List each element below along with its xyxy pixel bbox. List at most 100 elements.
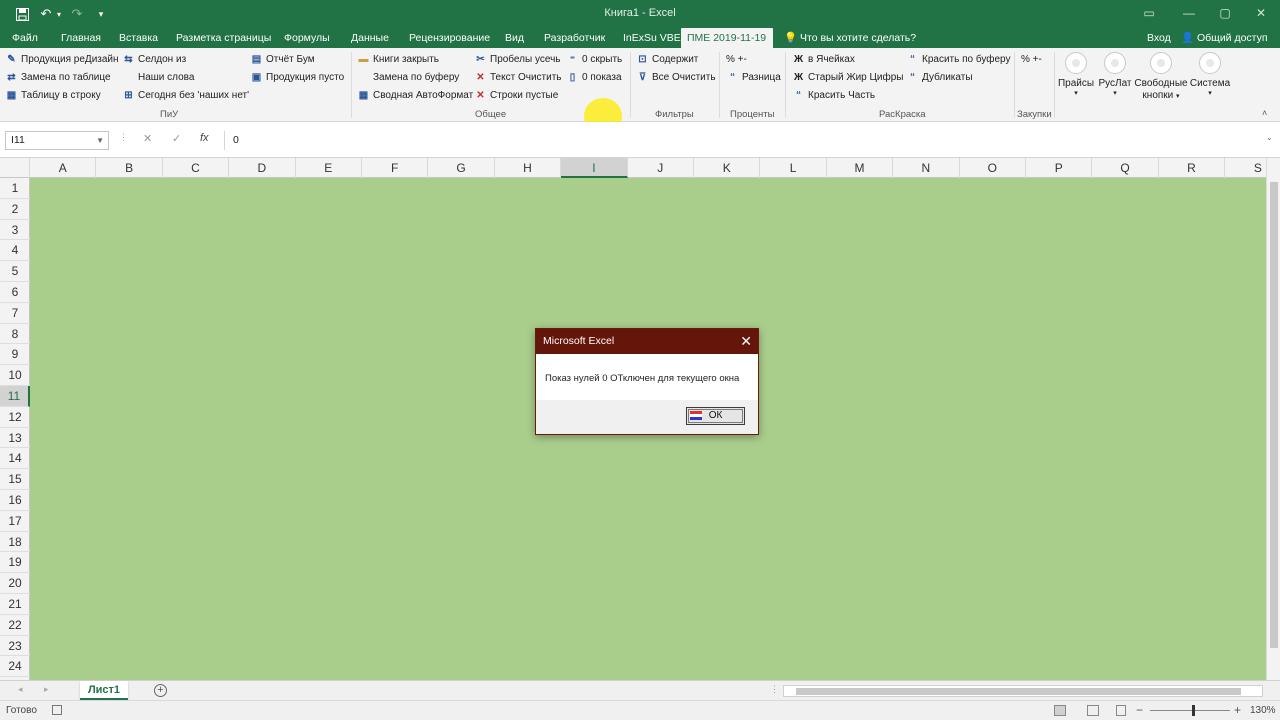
row-header-17[interactable]: 17 <box>0 511 30 532</box>
zoom-level[interactable]: 130% <box>1250 705 1276 716</box>
column-header-i[interactable]: I <box>561 158 628 178</box>
prod-empty-button[interactable]: ▣ Продукция пусто <box>250 69 344 85</box>
maximize-icon[interactable]: ▢ <box>1210 4 1240 22</box>
ok-button[interactable]: ОК <box>686 407 745 425</box>
vertical-scrollbar[interactable] <box>1266 158 1280 680</box>
add-sheet-icon[interactable]: + <box>154 684 167 697</box>
replace-table-button[interactable]: ⇄ Замена по таблице <box>5 69 110 85</box>
column-header-n[interactable]: N <box>893 158 960 178</box>
column-header-e[interactable]: E <box>296 158 362 178</box>
empty-rows-button[interactable]: ✕ Строки пустые <box>474 87 558 103</box>
table-to-row-button[interactable]: ▦ Таблицу в строку <box>5 87 101 103</box>
percent-plusminus-button[interactable]: % +- <box>726 51 747 67</box>
zoom-in-icon[interactable]: + <box>1234 703 1241 717</box>
report-boom-button[interactable]: ▤ Отчёт Бум <box>250 51 315 67</box>
row-header-12[interactable]: 12 <box>0 407 30 428</box>
ribbon-display-options-icon[interactable]: ▭ <box>1134 4 1164 22</box>
collapse-ribbon-icon[interactable]: ˄ <box>1262 108 1267 118</box>
next-sheet-icon[interactable]: ▸ <box>44 684 49 695</box>
tab-home[interactable]: Главная <box>55 28 107 48</box>
row-header-8[interactable]: 8 <box>0 324 30 345</box>
horizontal-scroll-thumb[interactable] <box>796 688 1241 695</box>
minimize-icon[interactable]: — <box>1174 4 1204 22</box>
duplicates-button[interactable]: “ Дубликаты <box>906 69 973 85</box>
row-header-5[interactable]: 5 <box>0 261 30 282</box>
close-books-button[interactable]: ▬ Книги закрыть <box>357 51 440 67</box>
cancel-icon[interactable]: ✕ <box>143 132 152 145</box>
tab-split-handle-icon[interactable]: ⋮ <box>770 684 779 695</box>
close-window-icon[interactable]: ✕ <box>1246 4 1276 22</box>
tab-review[interactable]: Рецензирование <box>403 28 496 48</box>
chevron-down-icon[interactable]: ▼ <box>96 132 104 149</box>
replace-buffer-button[interactable]: Замена по буферу <box>357 69 459 85</box>
share-button[interactable]: 👤 Общий доступ <box>1181 28 1268 48</box>
horizontal-scrollbar[interactable] <box>783 685 1263 697</box>
zoom-out-icon[interactable]: − <box>1136 703 1143 717</box>
color-part-button[interactable]: “ Красить Часть <box>792 87 875 103</box>
pivot-autoformat-button[interactable]: ▦ Сводная АвтоФормат <box>357 87 473 103</box>
percent-plusminus-2-button[interactable]: % +- <box>1021 51 1042 67</box>
tab-file[interactable]: Файл <box>6 28 44 48</box>
column-header-d[interactable]: D <box>229 158 296 178</box>
prod-redesign-button[interactable]: ✎ Продукция реДизайн <box>5 51 118 67</box>
tab-pme[interactable]: ПМЕ 2019-11-19 <box>681 28 773 48</box>
page-layout-view-icon[interactable] <box>1087 705 1099 716</box>
row-header-2[interactable]: 2 <box>0 199 30 220</box>
zoom-slider-knob[interactable] <box>1192 705 1195 716</box>
our-words-button[interactable]: Наши слова <box>122 69 194 85</box>
row-header-20[interactable]: 20 <box>0 573 30 594</box>
column-header-j[interactable]: J <box>628 158 694 178</box>
row-header-3[interactable]: 3 <box>0 220 30 241</box>
system-button[interactable]: Система ▾ <box>1188 52 1232 97</box>
select-all-corner[interactable] <box>0 158 30 178</box>
trim-spaces-button[interactable]: ✂ Пробелы усечь <box>474 51 560 67</box>
row-header-18[interactable]: 18 <box>0 532 30 553</box>
row-header-6[interactable]: 6 <box>0 282 30 303</box>
tab-inexsu-vbe[interactable]: InExSu VBE <box>617 28 687 48</box>
column-header-r[interactable]: R <box>1159 158 1226 178</box>
prices-button[interactable]: Прайсы ▾ <box>1054 52 1098 97</box>
zoom-slider[interactable] <box>1150 705 1230 716</box>
show-zero-button[interactable]: ▯ 0 показа <box>566 69 622 85</box>
contains-button[interactable]: ⊡ Содержит <box>636 51 698 67</box>
column-header-h[interactable]: H <box>495 158 562 178</box>
free-buttons-button[interactable]: Свободные кнопки ▾ <box>1133 52 1189 103</box>
color-by-buffer-button[interactable]: “ Красить по буферу <box>906 51 1011 67</box>
today-without-button[interactable]: ⊞ Сегодня без 'наших нет' <box>122 87 249 103</box>
row-header-7[interactable]: 7 <box>0 303 30 324</box>
row-header-9[interactable]: 9 <box>0 344 30 366</box>
column-header-l[interactable]: L <box>760 158 827 178</box>
enter-icon[interactable]: ✓ <box>172 132 181 145</box>
tab-view[interactable]: Вид <box>499 28 530 48</box>
sheet-tab-list1[interactable]: Лист1 <box>80 681 128 700</box>
column-header-a[interactable]: A <box>30 158 97 178</box>
page-break-view-icon[interactable] <box>1116 705 1126 716</box>
tab-insert[interactable]: Вставка <box>113 28 164 48</box>
row-header-16[interactable]: 16 <box>0 490 30 511</box>
difference-button[interactable]: “ Разница <box>726 69 781 85</box>
tab-data[interactable]: Данные <box>345 28 395 48</box>
macro-record-icon[interactable] <box>52 705 62 715</box>
close-icon[interactable]: ✕ <box>740 329 752 354</box>
row-header-24[interactable]: 24 <box>0 656 30 678</box>
row-header-23[interactable]: 23 <box>0 636 30 657</box>
old-bold-digits-button[interactable]: Ж Старый Жир Цифры <box>792 69 904 85</box>
row-header-15[interactable]: 15 <box>0 469 30 490</box>
signin-link[interactable]: Вход <box>1147 28 1171 48</box>
column-header-b[interactable]: B <box>96 158 163 178</box>
expand-formula-icon[interactable]: ⌄ <box>1266 133 1273 142</box>
normal-view-icon[interactable] <box>1054 705 1066 716</box>
column-header-k[interactable]: K <box>694 158 761 178</box>
column-header-o[interactable]: O <box>960 158 1026 178</box>
seldon-button[interactable]: ⇆ Селдон из <box>122 51 186 67</box>
row-header-22[interactable]: 22 <box>0 615 30 636</box>
tab-developer[interactable]: Разработчик <box>538 28 611 48</box>
ruslat-button[interactable]: РусЛат ▾ <box>1093 52 1137 97</box>
hide-zero-button[interactable]: ⁼ 0 скрыть <box>566 51 622 67</box>
vertical-scroll-thumb[interactable] <box>1270 182 1278 648</box>
name-box[interactable]: I11 ▼ <box>5 131 109 150</box>
in-cells-button[interactable]: Жв Ячейках <box>792 51 855 67</box>
row-header-11[interactable]: 11 <box>0 386 30 407</box>
column-header-c[interactable]: C <box>163 158 230 178</box>
column-header-g[interactable]: G <box>428 158 495 178</box>
